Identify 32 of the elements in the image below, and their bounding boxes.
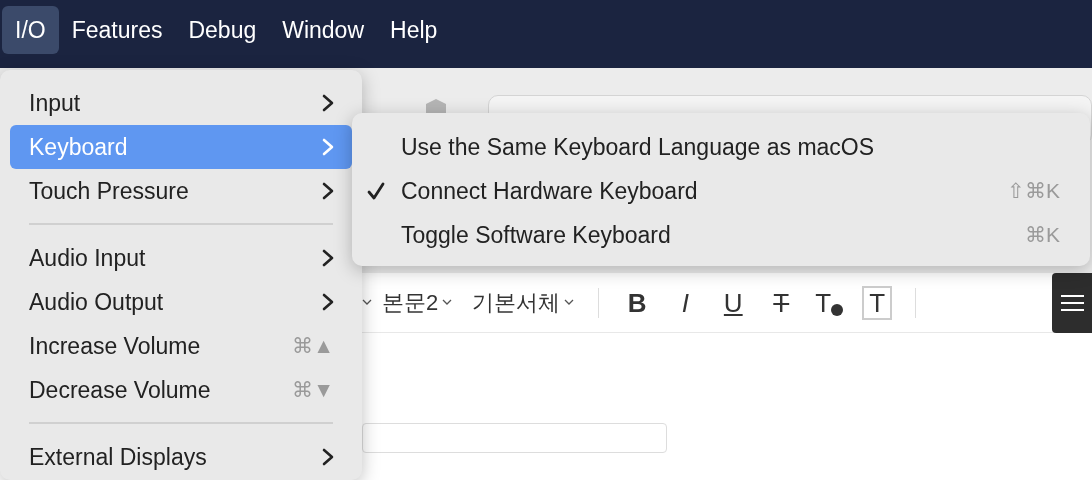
shortcut-label: ⌘▼ bbox=[292, 377, 334, 404]
format-button[interactable]: T bbox=[757, 282, 806, 323]
menu-bar-item[interactable]: Debug bbox=[175, 6, 270, 54]
menu-item[interactable]: Use the Same Keyboard Language as macOS bbox=[366, 125, 1060, 169]
menu-bar-item[interactable]: Features bbox=[58, 6, 176, 54]
menu-bar-item[interactable]: Window bbox=[269, 6, 378, 54]
format-button[interactable]: T bbox=[805, 282, 854, 323]
menu-item[interactable]: Touch Pressure bbox=[10, 169, 352, 213]
font-dropdown[interactable]: 기본서체 bbox=[462, 286, 585, 319]
format-button[interactable]: B bbox=[613, 282, 662, 323]
input-field[interactable] bbox=[362, 423, 667, 453]
shortcut-label: ⌘▲ bbox=[292, 333, 334, 360]
menu-icon bbox=[1060, 292, 1084, 313]
menu-item[interactable]: Connect Hardware Keyboard ⇧⌘K bbox=[366, 169, 1060, 213]
shortcut-label: ⇧⌘K bbox=[1007, 178, 1060, 205]
caret-icon bbox=[564, 299, 575, 306]
caret-icon bbox=[442, 299, 453, 306]
menu-bar-item[interactable]: I/O bbox=[2, 6, 59, 54]
menu-item[interactable]: Input bbox=[10, 81, 352, 125]
menu-bar-item[interactable]: Help bbox=[377, 6, 451, 54]
shortcut-label: ⌘K bbox=[1025, 222, 1060, 249]
menu-item[interactable]: Toggle Software Keyboard ⌘K bbox=[366, 213, 1060, 257]
align-button[interactable] bbox=[1052, 272, 1092, 333]
menu-item[interactable]: Decrease Volume ⌘▼ bbox=[10, 368, 352, 412]
menu-item[interactable]: External Displays bbox=[10, 435, 352, 479]
menu-item[interactable]: Increase Volume ⌘▲ bbox=[10, 324, 352, 368]
menu-item[interactable]: Audio Input bbox=[10, 236, 352, 280]
font-dropdown[interactable]: 본문2 bbox=[372, 286, 463, 319]
color-dot-icon bbox=[831, 303, 844, 316]
menu-item[interactable]: Audio Output bbox=[10, 280, 352, 324]
format-button[interactable]: I bbox=[661, 282, 710, 323]
format-button[interactable]: U bbox=[709, 282, 758, 323]
